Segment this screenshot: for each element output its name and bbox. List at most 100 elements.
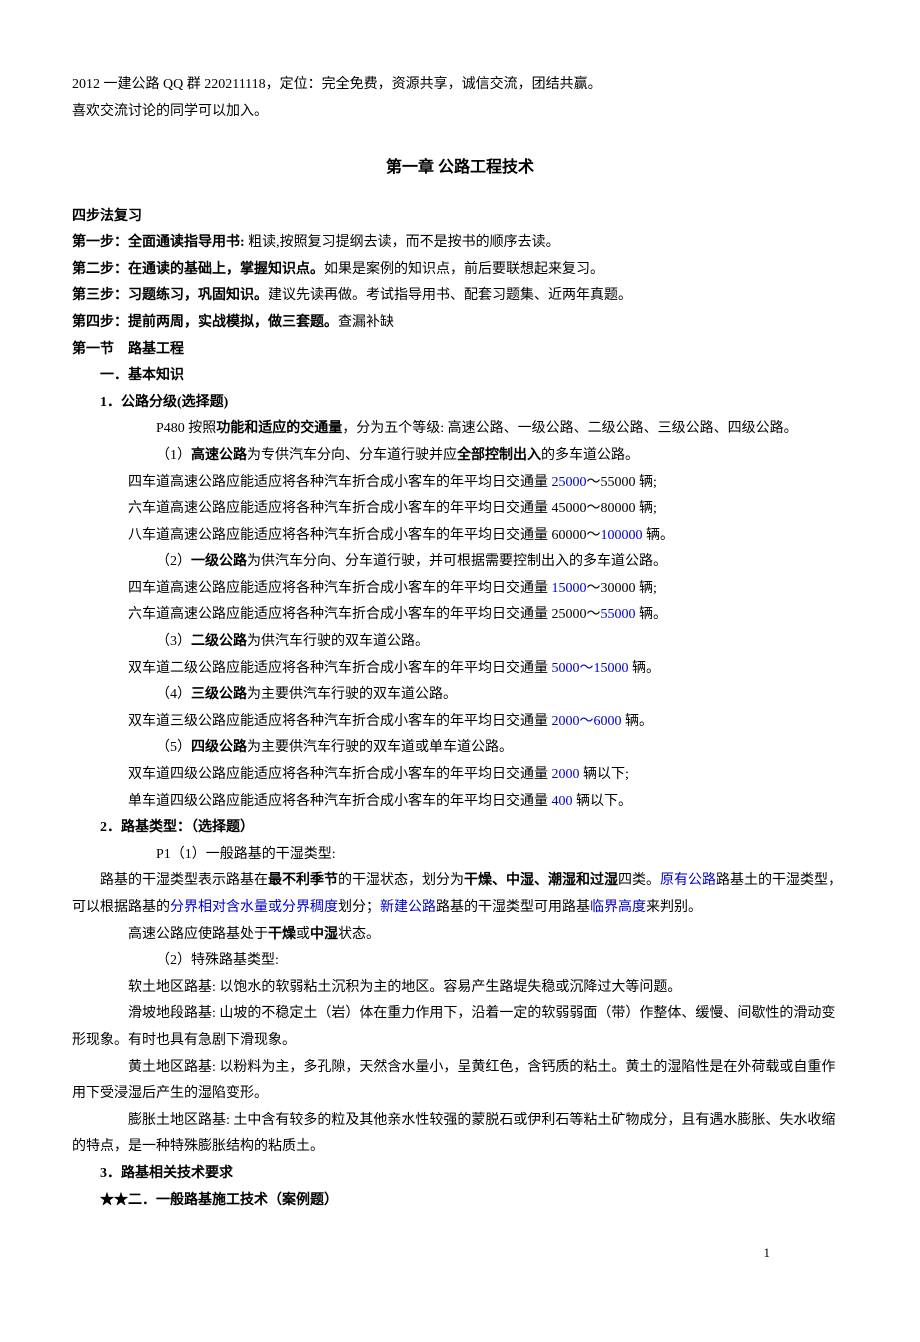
r2l1b: 15000 [552,581,587,596]
p2hle: 状态。 [338,927,380,942]
p2d: 干燥、中湿、潮湿和过湿 [464,873,618,888]
step4-text: 查漏补缺 [338,315,394,330]
p2-s2: （2）特殊路基类型: [72,948,848,975]
r1l1a: 四车道高速公路应能适应将各种汽车折合成小客车的年平均日交通量 [128,475,552,490]
step-3: 第三步：习题练习，巩固知识。建议先读再做。考试指导用书、配套习题集、近两年真题。 [72,283,848,310]
heading-basic-knowledge: 一．基本知识 [72,363,848,390]
p2i: 划分； [338,900,380,915]
p2-highline: 高速公路应使路基处于干燥或中湿状态。 [72,922,848,949]
rank-4: （4）三级公路为主要供汽车行驶的双车道公路。 [72,682,848,709]
slide-text: 滑坡地段路基: 山坡的不稳定土（岩）体在重力作用下，沿着一定的软弱弱面（带）作整… [72,1006,835,1048]
p3-title: 3．路基相关技术要求 [72,1161,848,1188]
r1l3a: 八车道高速公路应能适应将各种汽车折合成小客车的年平均日交通量 60000～ [128,528,601,543]
step3-text: 建议先读再做。考试指导用书、配套习题集、近两年真题。 [268,288,632,303]
step3-bold: 第三步：习题练习，巩固知识。 [72,288,268,303]
r3a: （3） [156,634,191,649]
r4l1b: 2000～6000 [552,714,622,729]
r3c: 为供汽车行驶的双车道公路。 [247,634,429,649]
p2hld: 中湿 [310,927,338,942]
p2-l1: P1（1）一般路基的干湿类型: [72,842,848,869]
r2l1c: ～30000 辆; [587,581,657,596]
intro-line-1: 2012 一建公路 QQ 群 220211118，定位：完全免费，资源共享，诚信… [72,72,848,99]
p2l: 临界高度 [590,900,646,915]
p2b: 最不利季节 [268,873,338,888]
r5l2c: 辆以下。 [573,794,633,809]
p2c: 的干湿状态，划分为 [338,873,464,888]
rank-1: （1）高速公路为专供汽车分向、分车道行驶并应全部控制出入的多车道公路。 [72,443,848,470]
study-method: 四步法复习 第一步：全面通读指导用书: 粗读,按照复习提纲去读，而不是按书的顺序… [72,204,848,337]
expansive: 膨胀土地区路基: 土中含有较多的粒及其他亲水性较强的蒙脱石或伊利石等粘土矿物成分… [72,1108,848,1161]
r1a: （1） [156,448,191,463]
r1d: 全部控制出入 [457,448,541,463]
p2hlc: 或 [296,927,310,942]
r3l1a: 双车道二级公路应能适应将各种汽车折合成小客车的年平均日交通量 [128,661,552,676]
r3-line1: 双车道二级公路应能适应将各种汽车折合成小客车的年平均日交通量 5000～1500… [72,656,848,683]
p1-title: 1．公路分级(选择题) [72,390,848,417]
r4-line1: 双车道三级公路应能适应将各种汽车折合成小客车的年平均日交通量 2000～6000… [72,709,848,736]
intro-line-2: 喜欢交流讨论的同学可以加入。 [72,99,848,126]
r5l2b: 400 [552,794,573,809]
step-4: 第四步：提前两周，实战模拟，做三套题。查漏补缺 [72,310,848,337]
r4l1c: 辆。 [622,714,654,729]
r3b: 二级公路 [191,634,247,649]
r2l2b: 55000 [601,607,636,622]
r2l1a: 四车道高速公路应能适应将各种汽车折合成小客车的年平均日交通量 [128,581,552,596]
page: 2012 一建公路 QQ 群 220211118，定位：完全免费，资源共享，诚信… [72,72,848,1302]
r4c: 为主要供汽车行驶的双车道公路。 [247,687,457,702]
p1-lead: P480 按照功能和适应的交通量，分为五个等级: 高速公路、一级公路、二级公路、… [72,416,848,443]
r1l3c: 辆。 [643,528,675,543]
r2l2c: 辆。 [636,607,668,622]
step-2: 第二步：在通读的基础上，掌握知识点。如果是案例的知识点，前后要联想起来复习。 [72,257,848,284]
soft-soil: 软土地区路基: 以饱水的软弱粘土沉积为主的地区。容易产生路堤失稳或沉降过大等问题… [72,975,848,1002]
r5a: （5） [156,740,191,755]
r2-line2: 六车道高速公路应能适应将各种汽车折合成小客车的年平均日交通量 25000～550… [72,602,848,629]
p2m: 来判别。 [646,900,702,915]
exp-text: 膨胀土地区路基: 土中含有较多的粒及其他亲水性较强的蒙脱石或伊利石等粘土矿物成分… [72,1113,835,1155]
r2l2a: 六车道高速公路应能适应将各种汽车折合成小客车的年平均日交通量 25000～ [128,607,601,622]
r1e: 的多车道公路。 [541,448,639,463]
r1-line3: 八车道高速公路应能适应将各种汽车折合成小客车的年平均日交通量 60000～100… [72,523,848,550]
r1l1c: ～55000 辆; [587,475,657,490]
p2-title: 2．路基类型：（选择题） [72,815,848,842]
r5l1c: 辆以下; [580,767,629,782]
soft-text: 软土地区路基: 以饱水的软弱粘土沉积为主的地区。容易产生路堤失稳或沉降过大等问题… [128,980,681,995]
r5-line1: 双车道四级公路应能适应将各种汽车折合成小客车的年平均日交通量 2000 辆以下; [72,762,848,789]
r4a: （4） [156,687,191,702]
rank-5: （5）四级公路为主要供汽车行驶的双车道或单车道公路。 [72,735,848,762]
r5l2a: 单车道四级公路应能适应将各种汽车折合成小客车的年平均日交通量 [128,794,552,809]
r4b: 三级公路 [191,687,247,702]
r2c: 为供汽车分向、分车道行驶，并可根据需要控制出入的多车道公路。 [247,554,667,569]
p1-lead-c: ，分为五个等级: 高速公路、一级公路、二级公路、三级公路、四级公路。 [342,421,797,436]
p2h: 分界相对含水量或分界稠度 [170,900,338,915]
p2f: 原有公路 [660,873,716,888]
r5c: 为主要供汽车行驶的双车道或单车道公路。 [247,740,513,755]
step1-bold: 第一步：全面通读指导用书: [72,235,248,250]
study-heading: 四步法复习 [72,204,848,231]
r5-line2: 单车道四级公路应能适应将各种汽车折合成小客车的年平均日交通量 400 辆以下。 [72,789,848,816]
chapter-title: 第一章 公路工程技术 [72,153,848,183]
p2hla: 高速公路应使路基处于 [128,927,268,942]
p1-lead-a: P480 按照 [156,421,216,436]
step1-text: 粗读,按照复习提纲去读，而不是按书的顺序去读。 [248,235,560,250]
p2hlb: 干燥 [268,927,296,942]
loess-text: 黄土地区路基: 以粉料为主，多孔隙，天然含水量小，呈黄红色，含钙质的粘土。黄土的… [72,1060,835,1102]
r5l1a: 双车道四级公路应能适应将各种汽车折合成小客车的年平均日交通量 [128,767,552,782]
r1l3b: 100000 [601,528,643,543]
rank-3: （3）二级公路为供汽车行驶的双车道公路。 [72,629,848,656]
rank-2: （2）一级公路为供汽车分向、分车道行驶，并可根据需要控制出入的多车道公路。 [72,549,848,576]
section-1-title: 第一节 路基工程 [72,337,848,364]
p1-lead-b: 功能和适应的交通量 [216,421,342,436]
r1c: 为专供汽车分向、分车道行驶并应 [247,448,457,463]
r2a: （2） [156,554,191,569]
r5l1b: 2000 [552,767,580,782]
p2a: 路基的干湿类型表示路基在 [100,873,268,888]
r1-line2: 六车道高速公路应能适应将各种汽车折合成小客车的年平均日交通量 45000～800… [72,496,848,523]
step2-bold: 第二步：在通读的基础上，掌握知识点。 [72,262,324,277]
r5b: 四级公路 [191,740,247,755]
r2b: 一级公路 [191,554,247,569]
r3l1b: 5000～15000 [552,661,629,676]
p2e: 四类。 [618,873,660,888]
step-1: 第一步：全面通读指导用书: 粗读,按照复习提纲去读，而不是按书的顺序去读。 [72,230,848,257]
r1-line1: 四车道高速公路应能适应将各种汽车折合成小客车的年平均日交通量 25000～550… [72,470,848,497]
loess: 黄土地区路基: 以粉料为主，多孔隙，天然含水量小，呈黄红色，含钙质的粘土。黄土的… [72,1055,848,1108]
